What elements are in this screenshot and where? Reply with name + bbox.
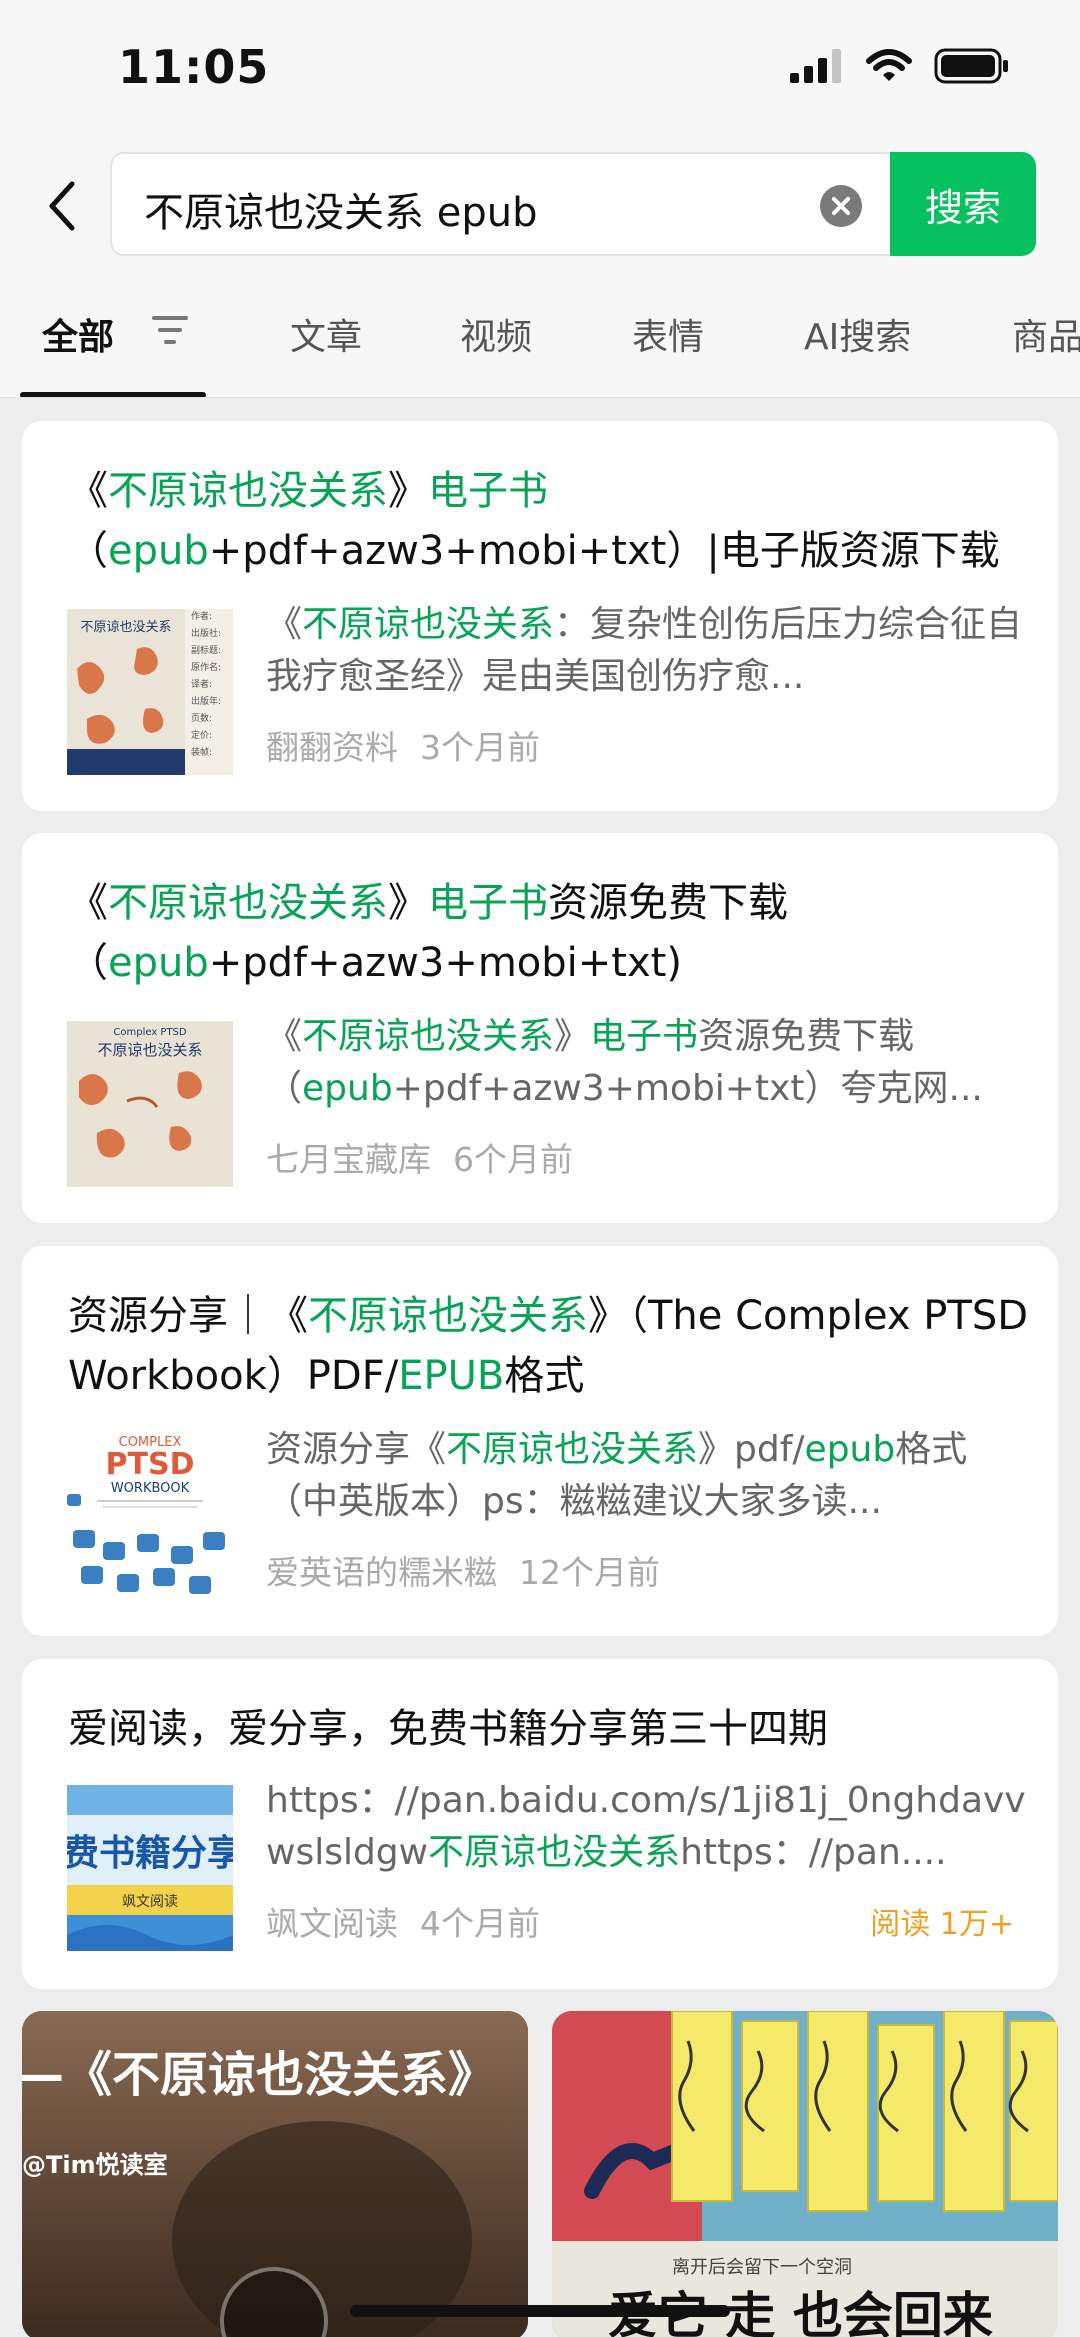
filter-tabs: 全部 文章 视频 表情 AI搜索 商品 bbox=[0, 270, 1080, 398]
thumbnail-art: 费书籍分享 飒文阅读 bbox=[67, 1785, 233, 1951]
book-cover-thumbnail: Complex PTSD 不原谅也没关系 bbox=[67, 1021, 233, 1187]
video-card[interactable]: —《不原谅也没关系》 @Tim悦读室 bbox=[22, 2011, 528, 2337]
result-time: 3个月前 bbox=[420, 728, 540, 767]
result-source: 翻翻资料 bbox=[266, 728, 398, 767]
tab-all[interactable]: 全部 bbox=[42, 308, 114, 360]
result-title[interactable]: 爱阅读，爱分享，免费书籍分享第三十四期 bbox=[68, 1699, 1038, 1759]
svg-text:WORKBOOK: WORKBOOK bbox=[111, 1481, 190, 1496]
tab-stickers[interactable]: 表情 bbox=[632, 308, 704, 360]
result-source: 爱英语的糯米糍 bbox=[266, 1553, 497, 1592]
result-title[interactable]: 《不原谅也没关系》电子书（epub+pdf+azw3+mobi+txt）|电子版… bbox=[68, 461, 1038, 581]
video-thumbnail: —《不原谅也没关系》 @Tim悦读室 bbox=[22, 2011, 528, 2337]
search-button[interactable]: 搜索 bbox=[890, 152, 1036, 256]
svg-text:费书籍分享: 费书籍分享 bbox=[67, 1833, 233, 1874]
video-card[interactable]: 离开后会留下一个空洞 爱它 走 也会回来 bbox=[552, 2011, 1058, 2337]
cellular-signal-icon bbox=[790, 49, 841, 83]
filter-icon[interactable] bbox=[150, 314, 190, 346]
svg-text:飒文阅读: 飒文阅读 bbox=[122, 1893, 178, 1910]
result-source: 飒文阅读 bbox=[266, 1904, 398, 1943]
status-icons bbox=[790, 48, 1010, 84]
result-time: 4个月前 bbox=[420, 1904, 540, 1943]
result-source: 七月宝藏库 bbox=[266, 1140, 431, 1179]
read-count: 阅读 1万+ bbox=[870, 1907, 1014, 1942]
svg-text:Complex PTSD: Complex PTSD bbox=[113, 1027, 187, 1038]
result-card[interactable]: 爱阅读，爱分享，免费书籍分享第三十四期 费书籍分享 飒文阅读 https：//p… bbox=[22, 1659, 1058, 1989]
tab-articles[interactable]: 文章 bbox=[290, 308, 362, 360]
search-query-text: 不原谅也没关系 epub bbox=[144, 190, 538, 236]
svg-text:装帧:: 装帧: bbox=[191, 746, 212, 758]
search-input[interactable]: 不原谅也没关系 epub bbox=[110, 152, 890, 256]
status-time: 11:05 bbox=[118, 40, 270, 94]
svg-text:原作名:: 原作名: bbox=[191, 661, 221, 673]
result-card[interactable]: 资源分享｜《不原谅也没关系》（The Complex PTSD Workbook… bbox=[22, 1246, 1058, 1636]
svg-text:出版社:: 出版社: bbox=[191, 627, 221, 639]
result-meta: 七月宝藏库 6个月前 bbox=[266, 1133, 573, 1181]
svg-text:作者:: 作者: bbox=[191, 610, 212, 622]
result-meta: 飒文阅读 4个月前 bbox=[266, 1897, 540, 1945]
video-author: @Tim悦读室 bbox=[22, 2151, 168, 2179]
result-title[interactable]: 资源分享｜《不原谅也没关系》（The Complex PTSD Workbook… bbox=[68, 1286, 1038, 1406]
svg-text:PTSD: PTSD bbox=[106, 1447, 195, 1482]
wifi-icon bbox=[866, 49, 912, 81]
svg-text:副标题:: 副标题: bbox=[191, 644, 221, 656]
result-snippet: https：//pan.baidu.com/s/1ji81j_0nghdavvw… bbox=[266, 1780, 1026, 1873]
back-chevron-icon[interactable] bbox=[40, 176, 84, 236]
cover-title: 不原谅也没关系 bbox=[97, 1041, 202, 1059]
video-thumbnail: 离开后会留下一个空洞 爱它 走 也会回来 bbox=[552, 2011, 1058, 2337]
tab-ai-search[interactable]: AI搜索 bbox=[804, 308, 911, 360]
home-indicator bbox=[350, 2305, 730, 2317]
result-snippet: 《不原谅也没关系》电子书资源免费下载（epub+pdf+azw3+mobi+tx… bbox=[266, 1016, 983, 1109]
svg-text:离开后会留下一个空洞: 离开后会留下一个空洞 bbox=[672, 2257, 852, 2278]
result-card[interactable]: 《不原谅也没关系》电子书资源免费下载（epub+pdf+azw3+mobi+tx… bbox=[22, 833, 1058, 1223]
clear-icon[interactable] bbox=[820, 185, 862, 227]
result-meta: 爱英语的糯米糍 12个月前 bbox=[266, 1546, 660, 1594]
search-bar: 不原谅也没关系 epub 搜索 bbox=[0, 140, 1080, 270]
book-cover-thumbnail: 不原谅也没关系 作者: 出版社: 副标题: 原作名: 译者: 出版年: 页数: … bbox=[67, 609, 233, 775]
result-time: 6个月前 bbox=[453, 1140, 573, 1179]
result-meta: 翻翻资料 3个月前 bbox=[266, 721, 540, 769]
tab-products[interactable]: 商品 bbox=[1012, 308, 1080, 360]
book-cover-thumbnail: COMPLEX PTSD WORKBOOK bbox=[67, 1434, 233, 1600]
book-cover-art: COMPLEX PTSD WORKBOOK bbox=[67, 1435, 225, 1594]
result-card[interactable]: 《不原谅也没关系》电子书（epub+pdf+azw3+mobi+txt）|电子版… bbox=[22, 421, 1058, 811]
article-thumbnail: 费书籍分享 飒文阅读 bbox=[67, 1785, 233, 1951]
status-bar: 11:05 bbox=[0, 0, 1080, 140]
video-caption: —《不原谅也没关系》 bbox=[22, 2047, 496, 2103]
battery-icon bbox=[934, 48, 1008, 84]
svg-text:定价:: 定价: bbox=[191, 729, 212, 741]
active-tab-indicator bbox=[20, 392, 206, 397]
svg-text:页数:: 页数: bbox=[191, 712, 212, 724]
result-time: 12个月前 bbox=[519, 1553, 660, 1592]
result-title[interactable]: 《不原谅也没关系》电子书资源免费下载（epub+pdf+azw3+mobi+tx… bbox=[68, 873, 1038, 993]
svg-text:译者:: 译者: bbox=[191, 679, 212, 690]
result-snippet: 资源分享《不原谅也没关系》pdf/epub格式（中英版本）ps：糍糍建议大家多读… bbox=[266, 1429, 968, 1522]
book-cover-art: 不原谅也没关系 作者: 出版社: 副标题: 原作名: 译者: 出版年: 页数: … bbox=[67, 609, 221, 775]
book-cover-art: Complex PTSD 不原谅也没关系 bbox=[79, 1027, 203, 1158]
result-snippet: 《不原谅也没关系：复杂性创伤后压力综合征自我疗愈圣经》是由美国创伤疗愈... bbox=[266, 604, 1023, 697]
svg-text:出版年:: 出版年: bbox=[191, 695, 221, 707]
cover-title: 不原谅也没关系 bbox=[80, 620, 171, 635]
tab-videos[interactable]: 视频 bbox=[460, 308, 532, 360]
